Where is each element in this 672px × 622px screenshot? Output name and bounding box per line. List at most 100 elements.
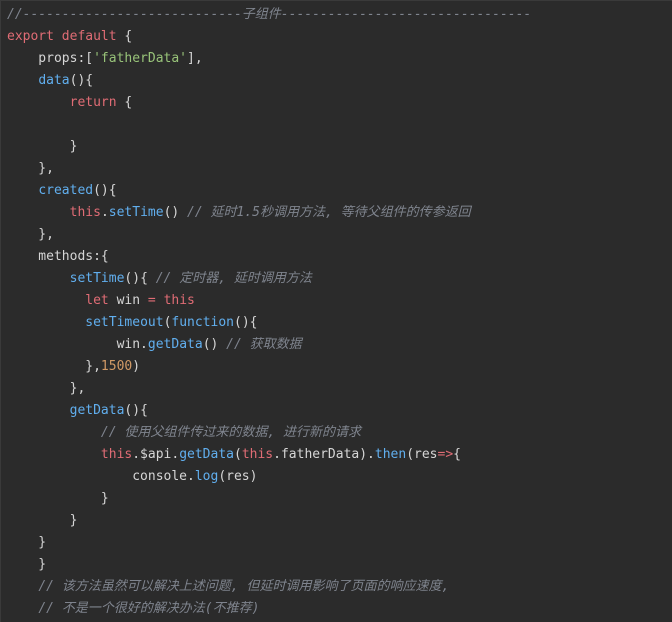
code-line: return {	[7, 92, 531, 114]
code-line: },	[7, 224, 531, 246]
code-token: (res	[406, 447, 438, 462]
code-token: win	[108, 293, 148, 308]
code-token: win.	[7, 337, 148, 352]
code-token: log	[194, 469, 219, 484]
code-token: this	[241, 447, 274, 462]
code-token: setTimeout	[85, 315, 164, 330]
code-comment: // 不是一个很好的解决办法(不推荐)	[38, 601, 260, 616]
code-token: getData	[69, 403, 125, 418]
code-token: 'fatherData'	[93, 51, 188, 66]
code-line: }	[7, 488, 531, 510]
code-line: },	[7, 378, 531, 400]
code-line: // 不是一个很好的解决办法(不推荐)	[7, 598, 531, 620]
code-token: ()	[202, 337, 227, 352]
code-token: },	[7, 381, 86, 396]
code-block[interactable]: //----------------------------子组件-------…	[7, 4, 531, 620]
code-token: {	[453, 447, 461, 462]
code-token: }	[7, 557, 47, 572]
code-line: // 该方法虽然可以解决上述问题, 但延时调用影响了页面的响应速度,	[7, 576, 531, 598]
code-comment: //----------------------------子组件-------…	[7, 7, 532, 22]
code-line: }	[7, 510, 531, 532]
code-token: )	[132, 359, 141, 374]
code-token: {	[116, 95, 133, 110]
code-token: (	[234, 447, 242, 462]
code-line: setTime(){ // 定时器, 延时调用方法	[7, 268, 531, 290]
code-token: setTime	[108, 205, 164, 220]
code-token: .$api.	[132, 447, 180, 462]
code-line: }	[7, 532, 531, 554]
code-token: return	[69, 95, 117, 110]
code-token: ()	[163, 205, 188, 220]
code-token: },	[7, 161, 54, 176]
code-line: created(){	[7, 180, 531, 202]
code-token: getData	[147, 337, 203, 352]
code-comment: // 延时1.5秒调用方法, 等待父组件的传参返回	[187, 205, 471, 220]
code-token: =>	[437, 447, 454, 462]
code-token: },	[7, 227, 54, 242]
code-token: 1500	[100, 359, 133, 374]
code-token: .	[100, 205, 109, 220]
code-token: created	[38, 183, 94, 198]
code-token: },	[7, 359, 101, 374]
code-editor[interactable]: //----------------------------子组件-------…	[0, 0, 672, 622]
code-token: (){	[93, 183, 117, 198]
code-token: export	[7, 29, 54, 44]
code-token: =	[147, 293, 156, 308]
code-line: export default {	[7, 26, 531, 48]
code-token: this	[163, 293, 195, 308]
code-token: (){	[124, 403, 148, 418]
code-token: }	[7, 491, 109, 506]
code-token: function	[171, 315, 235, 330]
code-token: {	[116, 29, 133, 44]
code-token: props:[	[7, 51, 94, 66]
code-token: let	[85, 293, 109, 308]
code-line: getData(){	[7, 400, 531, 422]
code-line: this.$api.getData(this.fatherData).then(…	[7, 444, 531, 466]
code-line: methods:{	[7, 246, 531, 268]
code-line: },	[7, 158, 531, 180]
code-line: }	[7, 554, 531, 576]
code-token: (){	[234, 315, 258, 330]
code-comment: // 使用父组件传过来的数据, 进行新的请求	[100, 425, 362, 440]
code-comment: // 定时器, 延时调用方法	[155, 271, 312, 286]
code-line: let win = this	[7, 290, 531, 312]
code-line: win.getData() // 获取数据	[7, 334, 531, 356]
code-line: setTimeout(function(){	[7, 312, 531, 334]
code-token: (res)	[218, 469, 258, 484]
code-token: console.	[7, 469, 195, 484]
top-divider	[1, 0, 672, 1]
code-line: props:['fatherData'],	[7, 48, 531, 70]
code-token: default	[61, 29, 117, 44]
code-token: .fatherData).	[273, 447, 375, 462]
code-token: then	[374, 447, 407, 462]
code-line: data(){	[7, 70, 531, 92]
code-token: (){	[69, 73, 94, 88]
code-line: }	[7, 136, 531, 158]
code-token: ],	[187, 51, 203, 66]
code-line: console.log(res)	[7, 466, 531, 488]
code-token: getData	[179, 447, 234, 462]
code-token: methods:{	[7, 249, 109, 264]
code-token: }	[7, 139, 78, 154]
code-line: this.setTime() // 延时1.5秒调用方法, 等待父组件的传参返回	[7, 202, 531, 224]
code-comment: // 获取数据	[226, 337, 302, 352]
code-token: this	[100, 447, 133, 462]
code-token: data	[38, 73, 70, 88]
code-comment: // 该方法虽然可以解决上述问题, 但延时调用影响了页面的响应速度,	[38, 579, 450, 594]
code-token: setTime	[69, 271, 125, 286]
code-token: (){	[124, 271, 156, 286]
code-token: }	[7, 513, 78, 528]
